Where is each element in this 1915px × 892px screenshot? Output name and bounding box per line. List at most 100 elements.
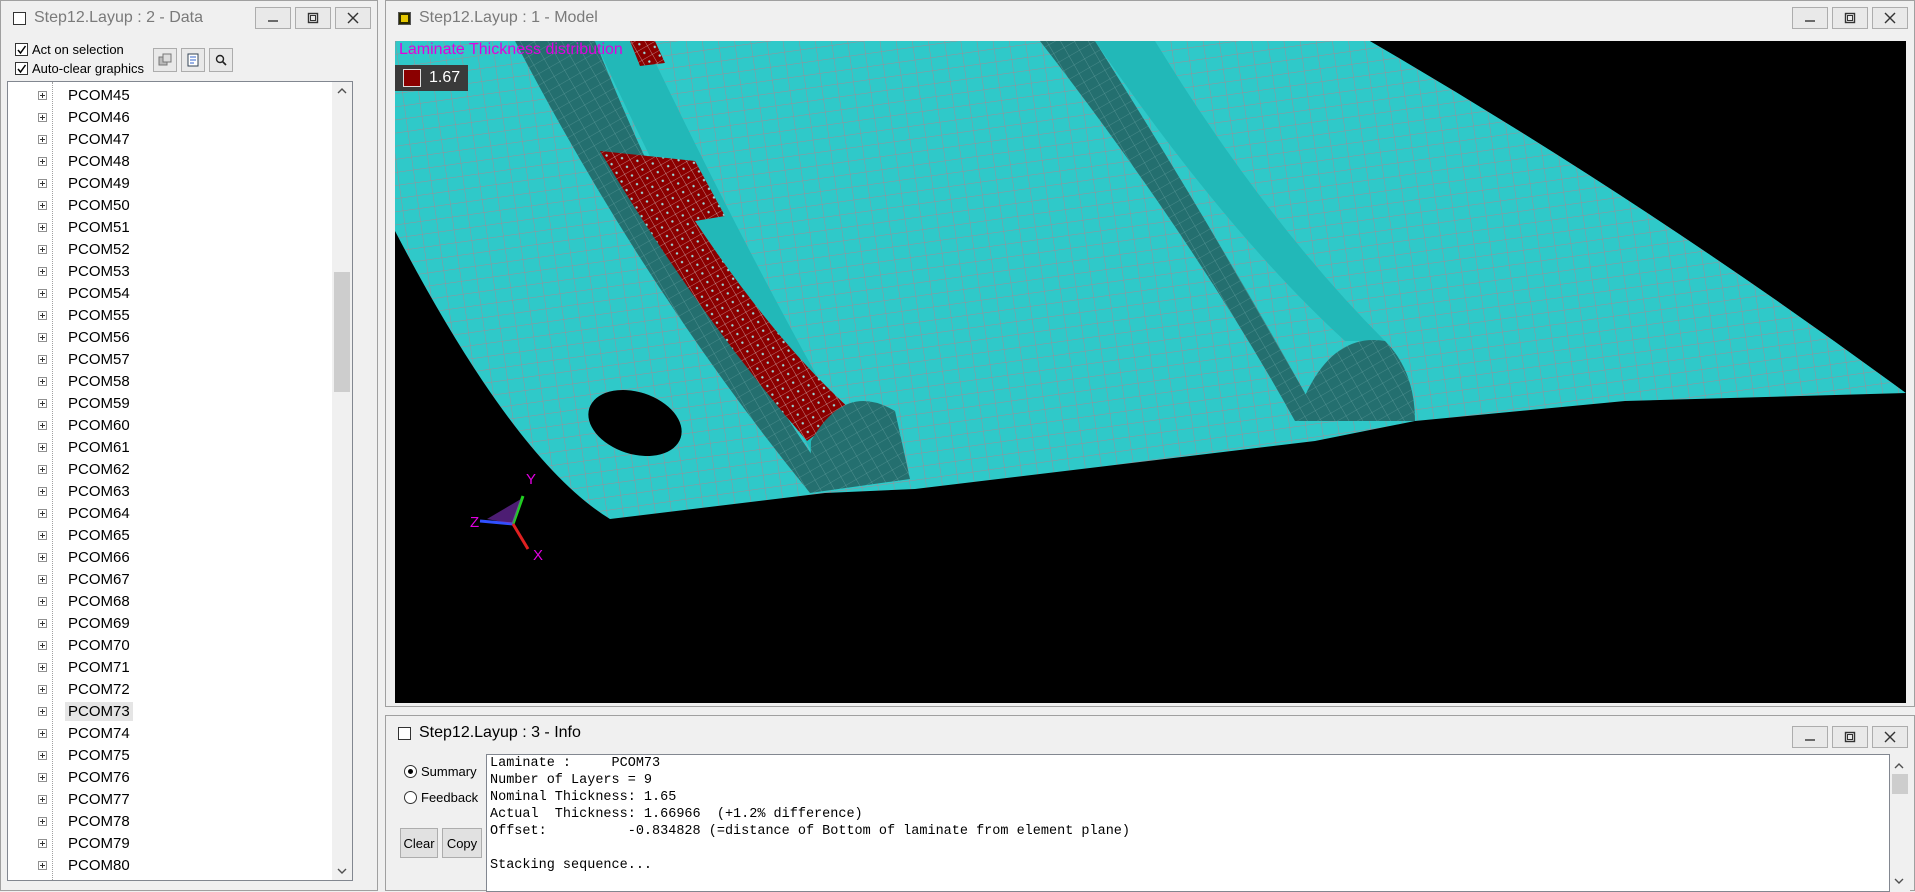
expand-icon[interactable] xyxy=(38,332,47,342)
tree-item[interactable]: PCOM46 xyxy=(38,106,133,128)
tree-item[interactable]: PCOM60 xyxy=(38,414,133,436)
expand-icon[interactable] xyxy=(38,838,47,848)
tree-item[interactable]: PCOM71 xyxy=(38,656,133,678)
minimize-button[interactable] xyxy=(1792,7,1828,29)
data-window-titlebar[interactable]: Step12.Layup : 2 - Data xyxy=(1,1,377,35)
tree-item[interactable]: PCOM73 xyxy=(38,700,133,722)
expand-icon[interactable] xyxy=(38,728,47,738)
tree-item[interactable]: PCOM48 xyxy=(38,150,133,172)
expand-icon[interactable] xyxy=(38,200,47,210)
scroll-thumb[interactable] xyxy=(1892,774,1908,794)
tree-item[interactable]: PCOM50 xyxy=(38,194,133,216)
expand-icon[interactable] xyxy=(38,134,47,144)
expand-icon[interactable] xyxy=(38,112,47,122)
expand-icon[interactable] xyxy=(38,486,47,496)
expand-icon[interactable] xyxy=(38,376,47,386)
tree-item[interactable]: PCOM58 xyxy=(38,370,133,392)
expand-icon[interactable] xyxy=(38,706,47,716)
expand-icon[interactable] xyxy=(38,816,47,826)
expand-icon[interactable] xyxy=(38,90,47,100)
close-button[interactable] xyxy=(335,7,371,29)
tree-item[interactable]: PCOM62 xyxy=(38,458,133,480)
expand-icon[interactable] xyxy=(38,354,47,364)
tree-item[interactable]: PCOM67 xyxy=(38,568,133,590)
expand-icon[interactable] xyxy=(38,640,47,650)
expand-icon[interactable] xyxy=(38,794,47,804)
expand-icon[interactable] xyxy=(38,442,47,452)
expand-icon[interactable] xyxy=(38,420,47,430)
auto-clear-graphics-checkbox[interactable]: Auto-clear graphics xyxy=(15,61,144,76)
scroll-down-arrow[interactable] xyxy=(1894,873,1904,888)
expand-icon[interactable] xyxy=(38,508,47,518)
close-button[interactable] xyxy=(1872,726,1908,748)
tree-item[interactable]: PCOM74 xyxy=(38,722,133,744)
minimize-button[interactable] xyxy=(1792,726,1828,748)
tree-item[interactable]: PCOM76 xyxy=(38,766,133,788)
scroll-down-arrow[interactable] xyxy=(332,862,352,880)
maximize-button[interactable] xyxy=(1832,7,1868,29)
expand-icon[interactable] xyxy=(38,288,47,298)
tree-item[interactable]: PCOM79 xyxy=(38,832,133,854)
expand-icon[interactable] xyxy=(38,860,47,870)
scroll-up-arrow[interactable] xyxy=(332,82,352,100)
tree-item[interactable]: PCOM49 xyxy=(38,172,133,194)
tree-options-button[interactable] xyxy=(153,48,177,72)
property-tree[interactable]: PCOM45 PCOM46 PCOM47 PCOM48 PCOM49 PCOM50 PCOM… xyxy=(7,81,353,881)
model-window-titlebar[interactable]: Step12.Layup : 1 - Model xyxy=(386,1,1914,35)
expand-icon[interactable] xyxy=(38,398,47,408)
expand-icon[interactable] xyxy=(38,574,47,584)
expand-icon[interactable] xyxy=(38,530,47,540)
tree-item[interactable]: PCOM51 xyxy=(38,216,133,238)
tree-item[interactable]: PCOM59 xyxy=(38,392,133,414)
maximize-button[interactable] xyxy=(295,7,331,29)
tree-item[interactable]: PCOM56 xyxy=(38,326,133,348)
tree-item[interactable]: PCOM72 xyxy=(38,678,133,700)
tree-item[interactable]: PCOM64 xyxy=(38,502,133,524)
tree-item[interactable]: PCOM70 xyxy=(38,634,133,656)
expand-icon[interactable] xyxy=(38,266,47,276)
tree-item[interactable]: PCOM47 xyxy=(38,128,133,150)
tree-scrollbar[interactable] xyxy=(332,82,352,880)
info-output[interactable]: Laminate : PCOM73 Number of Layers = 9 Nom… xyxy=(486,754,1890,892)
tree-item[interactable]: PCOM61 xyxy=(38,436,133,458)
tree-item[interactable]: PCOM69 xyxy=(38,612,133,634)
expand-icon[interactable] xyxy=(38,772,47,782)
info-scrollbar[interactable] xyxy=(1890,754,1910,892)
copy-button[interactable]: Copy xyxy=(442,828,482,858)
minimize-button[interactable] xyxy=(255,7,291,29)
properties-button[interactable] xyxy=(181,48,205,72)
expand-icon[interactable] xyxy=(38,596,47,606)
tree-item[interactable]: PCOM52 xyxy=(38,238,133,260)
feedback-radio[interactable]: Feedback xyxy=(404,790,478,805)
scroll-thumb[interactable] xyxy=(334,272,350,392)
expand-icon[interactable] xyxy=(38,750,47,760)
expand-icon[interactable] xyxy=(38,178,47,188)
tree-item[interactable]: PCOM78 xyxy=(38,810,133,832)
clear-button[interactable]: Clear xyxy=(400,828,438,858)
search-button[interactable] xyxy=(209,48,233,72)
tree-item[interactable]: PCOM68 xyxy=(38,590,133,612)
expand-icon[interactable] xyxy=(38,662,47,672)
tree-item[interactable]: PCOM45 xyxy=(38,84,133,106)
maximize-button[interactable] xyxy=(1832,726,1868,748)
close-button[interactable] xyxy=(1872,7,1908,29)
tree-item[interactable]: PCOM53 xyxy=(38,260,133,282)
tree-item[interactable]: PCOM65 xyxy=(38,524,133,546)
tree-item[interactable]: PCOM54 xyxy=(38,282,133,304)
scroll-up-arrow[interactable] xyxy=(1894,758,1904,773)
tree-item[interactable]: PCOM57 xyxy=(38,348,133,370)
tree-item[interactable]: PCOM63 xyxy=(38,480,133,502)
info-window-titlebar[interactable]: Step12.Layup : 3 - Info xyxy=(386,716,1914,750)
expand-icon[interactable] xyxy=(38,222,47,232)
expand-icon[interactable] xyxy=(38,156,47,166)
graphics-viewport[interactable]: Laminate Thickness distribution 1.67 Y Z… xyxy=(395,41,1906,703)
expand-icon[interactable] xyxy=(38,684,47,694)
expand-icon[interactable] xyxy=(38,310,47,320)
expand-icon[interactable] xyxy=(38,244,47,254)
tree-item[interactable]: PCOM66 xyxy=(38,546,133,568)
tree-item[interactable]: PCOM77 xyxy=(38,788,133,810)
tree-item[interactable]: PCOM55 xyxy=(38,304,133,326)
expand-icon[interactable] xyxy=(38,552,47,562)
expand-icon[interactable] xyxy=(38,618,47,628)
tree-item[interactable]: PCOM80 xyxy=(38,854,133,876)
